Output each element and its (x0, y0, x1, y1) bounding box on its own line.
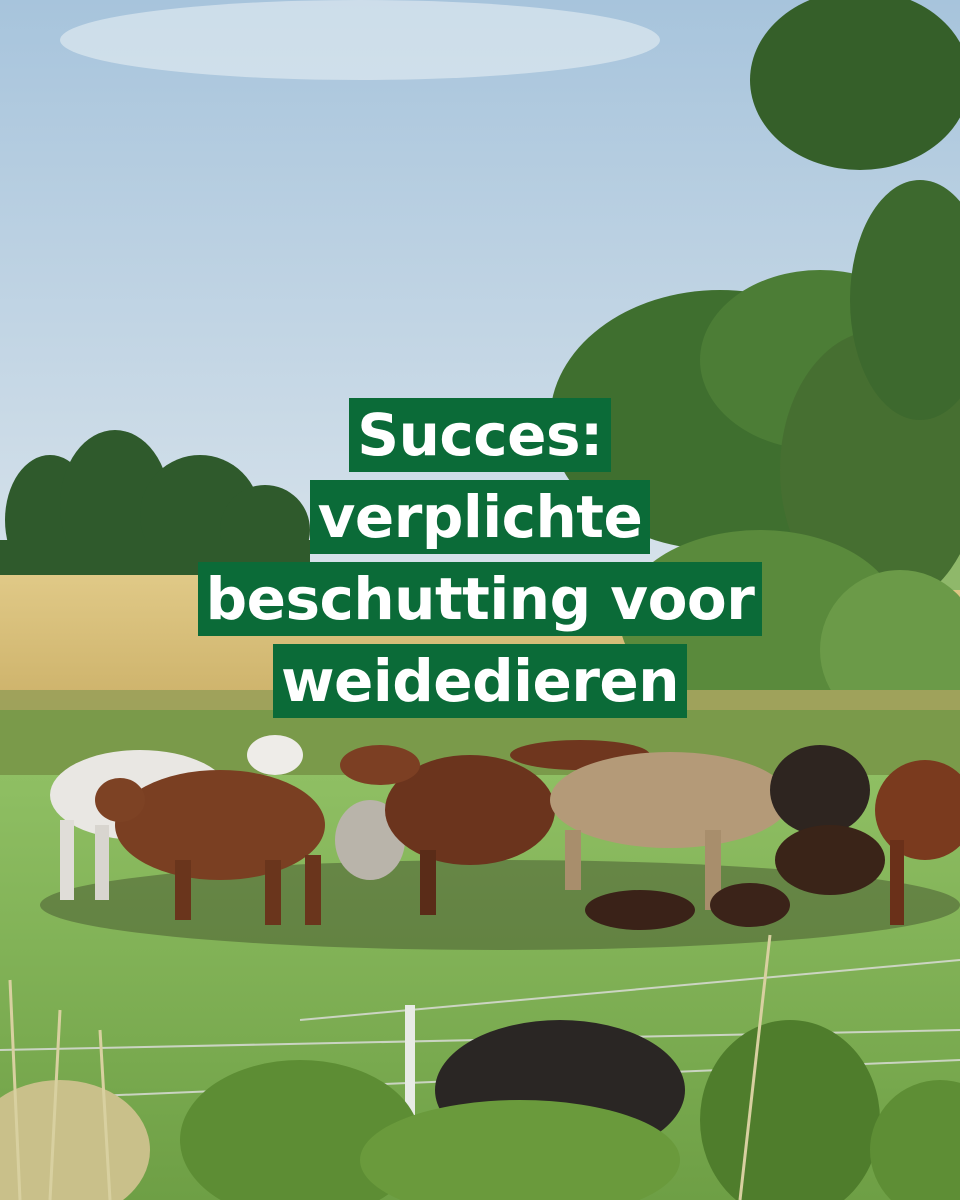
headline-line-2: verplichte (309, 480, 651, 554)
photo-scene: Succes: verplichte beschutting voor weid… (0, 0, 960, 1200)
cloud (60, 0, 660, 80)
headline-line-1: Succes: (349, 398, 611, 472)
fence-post (405, 1005, 415, 1115)
headline-line-4: weidedieren (272, 644, 688, 718)
headline: Succes: verplichte beschutting voor weid… (0, 398, 960, 718)
headline-line-3: beschutting voor (197, 562, 763, 636)
